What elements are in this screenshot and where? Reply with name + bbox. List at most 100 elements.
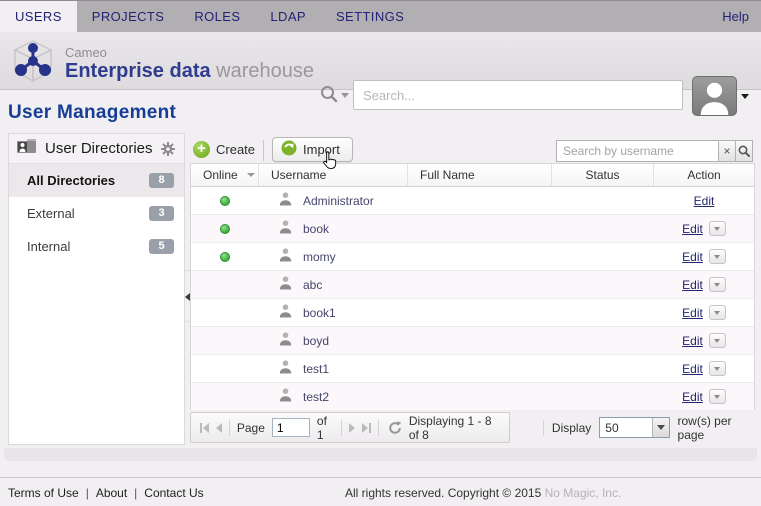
sidebar-directory-item[interactable]: All Directories 8: [9, 164, 184, 197]
username-search-input[interactable]: [556, 140, 719, 162]
online-indicator: [220, 224, 230, 234]
row-menu-button[interactable]: [709, 249, 726, 264]
create-button[interactable]: + Create: [193, 141, 255, 158]
nav-tab[interactable]: LDAP: [255, 1, 321, 32]
footer: Terms of Use|About|Contact Us All rights…: [0, 477, 761, 506]
footer-link[interactable]: Contact Us: [144, 486, 203, 500]
help-link[interactable]: Help: [710, 9, 761, 24]
edit-link[interactable]: Edit: [682, 362, 703, 376]
nav-tab[interactable]: USERS: [0, 1, 77, 32]
brand-line2: Enterprise data warehouse: [65, 60, 314, 82]
edit-link[interactable]: Edit: [682, 306, 703, 320]
column-header-username[interactable]: Username: [259, 164, 408, 186]
first-page-button[interactable]: [200, 423, 209, 433]
app-header: Cameo Enterprise data warehouse: [0, 32, 761, 90]
username-cell: momy: [259, 248, 408, 265]
username-text: book: [303, 222, 329, 236]
nav-tab[interactable]: PROJECTS: [77, 1, 180, 32]
brand-text: Cameo Enterprise data warehouse: [65, 46, 314, 82]
row-menu-button[interactable]: [709, 221, 726, 236]
person-icon: [279, 388, 292, 405]
clear-search-button[interactable]: ×: [719, 140, 736, 162]
chevron-down-icon: [714, 227, 720, 231]
create-button-label: Create: [216, 142, 255, 157]
row-menu-button[interactable]: [709, 361, 726, 376]
nav-tab[interactable]: ROLES: [179, 1, 255, 32]
chevron-down-icon: [714, 283, 720, 287]
next-page-button[interactable]: [349, 423, 355, 433]
directory-label: All Directories: [27, 173, 115, 188]
global-search-input[interactable]: [353, 80, 683, 110]
rows-per-page-label: row(s) per page: [678, 414, 755, 442]
nav-tab[interactable]: SETTINGS: [321, 1, 419, 32]
table-row: book1 Edit: [191, 299, 754, 327]
sidebar-directory-item[interactable]: External 3: [9, 197, 184, 230]
column-header-action[interactable]: Action: [654, 164, 754, 186]
footer-link-separator: |: [134, 486, 137, 500]
chevron-down-icon: [714, 367, 720, 371]
edit-link[interactable]: Edit: [682, 334, 703, 348]
column-header-fullname[interactable]: Full Name: [408, 164, 552, 186]
page-number-input[interactable]: [272, 418, 310, 437]
top-nav-items: USERSPROJECTSROLESLDAPSETTINGS: [0, 1, 419, 32]
page-label: Page: [237, 421, 265, 435]
directory-count-badge: 5: [149, 239, 174, 254]
username-cell: test2: [259, 388, 408, 405]
table-body: Administrator Edit book Edit: [191, 187, 754, 411]
user-folder-icon: [17, 139, 37, 159]
online-cell: [191, 224, 259, 234]
footer-link[interactable]: Terms of Use: [8, 486, 79, 500]
previous-page-button[interactable]: [216, 423, 222, 433]
account-menu-caret-icon[interactable]: [741, 94, 749, 99]
last-page-button[interactable]: [362, 423, 371, 433]
action-cell: Edit: [654, 249, 754, 264]
edit-link[interactable]: Edit: [682, 250, 703, 264]
action-cell: Edit: [654, 221, 754, 236]
select-dropdown-button[interactable]: [652, 418, 669, 437]
row-menu-button[interactable]: [709, 333, 726, 348]
users-table: Online Username Full Name Status Action …: [190, 163, 755, 410]
top-nav-bar: USERSPROJECTSROLESLDAPSETTINGS Help: [0, 0, 761, 32]
gear-icon[interactable]: [160, 141, 176, 157]
table-header-row: Online Username Full Name Status Action: [191, 164, 754, 187]
footer-link[interactable]: About: [96, 486, 127, 500]
online-cell: [191, 196, 259, 206]
username-text: abc: [303, 278, 322, 292]
action-cell: Edit: [654, 333, 754, 348]
online-indicator: [220, 252, 230, 262]
directory-label: Internal: [27, 239, 70, 254]
sidebar-directory-item[interactable]: Internal 5: [9, 230, 184, 263]
directory-count-badge: 3: [149, 206, 174, 221]
page-title: User Management: [8, 102, 176, 124]
username-search-group: ×: [556, 140, 753, 162]
column-header-online[interactable]: Online: [191, 164, 259, 186]
refresh-icon[interactable]: [388, 421, 402, 435]
row-menu-button[interactable]: [709, 389, 726, 404]
import-button[interactable]: Import: [272, 137, 353, 162]
import-button-label: Import: [303, 142, 340, 157]
edit-link[interactable]: Edit: [694, 194, 715, 208]
table-row: book Edit: [191, 215, 754, 243]
pagination-separator: [543, 420, 544, 436]
account-avatar[interactable]: [692, 76, 737, 116]
sidebar-items: All Directories 8 External 3 Internal 5: [9, 164, 184, 263]
edit-link[interactable]: Edit: [682, 222, 703, 236]
column-menu-caret-icon[interactable]: [247, 173, 255, 177]
search-scope-caret-icon[interactable]: [341, 93, 349, 98]
row-menu-button[interactable]: [709, 277, 726, 292]
table-row: boyd Edit: [191, 327, 754, 355]
person-icon: [279, 304, 292, 321]
row-menu-button[interactable]: [709, 305, 726, 320]
column-header-status[interactable]: Status: [552, 164, 654, 186]
search-submit-button[interactable]: [736, 140, 753, 162]
online-cell: [191, 308, 259, 318]
page-size-group: Display 50 row(s) per page: [543, 412, 755, 443]
edit-link[interactable]: Edit: [682, 278, 703, 292]
pagination-bar: Page of 1 Displaying 1 - 8 of 8 Display …: [190, 412, 755, 445]
search-icon[interactable]: [320, 85, 338, 108]
edit-link[interactable]: Edit: [682, 390, 703, 404]
pagination-separator: [341, 420, 342, 436]
chevron-down-icon: [657, 425, 665, 430]
directory-count-badge: 8: [149, 173, 174, 188]
page-size-select[interactable]: 50: [599, 417, 669, 438]
